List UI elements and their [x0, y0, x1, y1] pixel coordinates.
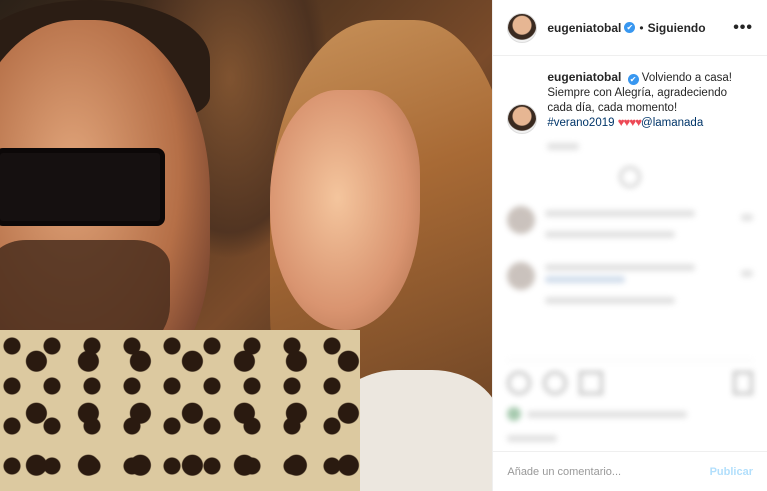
post-photo[interactable] — [0, 0, 493, 491]
more-options-icon[interactable]: ••• — [733, 19, 753, 37]
separator-dot: • — [639, 20, 644, 35]
caption: eugeniatobal ✔ Volviendo a casa! Siempre… — [493, 56, 767, 150]
comment-input[interactable]: Añade un comentario... — [507, 466, 621, 478]
photo-woman-face — [270, 90, 420, 330]
hearts-emoji: ♥♥♥♥ — [617, 117, 642, 129]
photo-shirt — [0, 330, 360, 491]
action-bar-blurred — [507, 360, 753, 442]
comment-blurred — [493, 206, 767, 238]
caption-text-block: eugeniatobal ✔ Volviendo a casa! Siempre… — [547, 70, 753, 150]
caption-avatar[interactable] — [507, 104, 538, 134]
verified-icon: ✔ — [624, 22, 636, 33]
header-username[interactable]: eugeniatobal — [547, 21, 621, 35]
caption-time-blurred — [547, 143, 753, 150]
photo-sunglasses — [0, 148, 165, 226]
load-more-blurred — [619, 166, 642, 188]
follow-button[interactable]: Siguiendo — [648, 21, 706, 35]
comment-blurred — [493, 262, 767, 304]
post-sidebar: eugeniatobal ✔ • Siguiendo ••• eugeniato… — [492, 0, 767, 491]
caption-username[interactable]: eugeniatobal — [547, 70, 621, 84]
mention-link[interactable]: @lamanada — [641, 117, 703, 129]
post-header: eugeniatobal ✔ • Siguiendo ••• — [493, 0, 767, 56]
publish-button[interactable]: Publicar — [710, 466, 753, 478]
instagram-post: eugeniatobal ✔ • Siguiendo ••• eugeniato… — [0, 0, 767, 491]
comment-bar: Añade un comentario... Publicar — [493, 451, 767, 491]
verified-icon: ✔ — [627, 74, 639, 85]
avatar[interactable] — [507, 12, 538, 43]
hashtag-link[interactable]: #verano2019 — [547, 117, 614, 129]
